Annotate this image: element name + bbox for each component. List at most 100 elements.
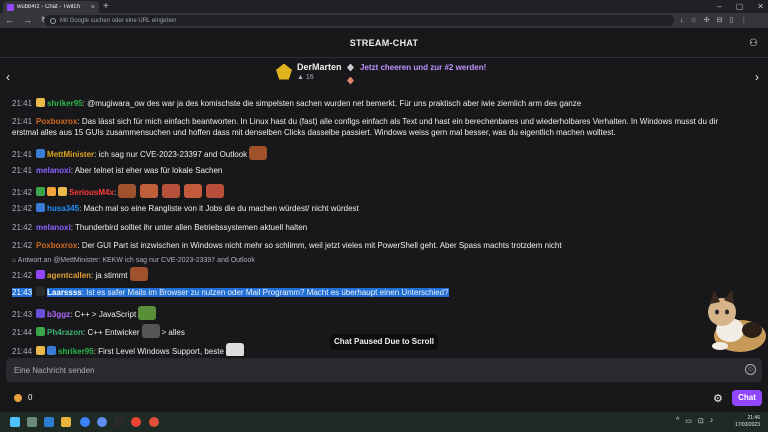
minimize-icon[interactable]: – — [717, 0, 721, 13]
message-username[interactable]: Laarssss — [47, 288, 82, 297]
omnibox[interactable]: Mit Google suchen oder eine URL eingeben — [44, 15, 674, 26]
app-icon[interactable] — [80, 417, 90, 427]
tray-overflow-icon[interactable]: ^ — [676, 417, 679, 425]
tab-close-icon[interactable]: × — [91, 4, 95, 11]
message-text: erstmal alles aus 15 GUIs zusammensuchen… — [12, 128, 616, 137]
chat-message[interactable]: 21:41 MettMinister: ich sag nur CVE-2023-… — [12, 146, 752, 160]
maximize-icon[interactable]: ▢ — [736, 0, 744, 13]
message-username[interactable]: shriker95 — [58, 347, 94, 356]
emote-icon[interactable] — [138, 306, 157, 320]
chat-badge-icon[interactable] — [36, 287, 46, 296]
display-icon[interactable]: ⊡ — [698, 417, 704, 425]
chat-badge-icon[interactable] — [36, 187, 46, 196]
new-tab-button[interactable]: + — [103, 0, 109, 13]
chat-badge-icon[interactable] — [36, 327, 46, 336]
message-username[interactable]: melanoxi — [36, 223, 71, 232]
emote-icon[interactable] — [129, 267, 148, 281]
emote-picker-icon[interactable]: ☺ — [745, 364, 756, 375]
chat-message[interactable]: 21:42 Poxboxrox: Der GUI Part ist inzwisc… — [12, 240, 752, 251]
emote-icon[interactable] — [225, 343, 244, 356]
message-username[interactable]: MettMinister — [47, 150, 94, 159]
message-timestamp: 21:41 — [12, 166, 33, 175]
chat-badge-icon[interactable] — [36, 309, 46, 318]
top-cheerer[interactable]: DerMarten ▲ 16 — [276, 62, 342, 81]
bookmark-star-icon[interactable]: ☆ — [691, 15, 697, 26]
message-timestamp: 21:42 — [12, 271, 33, 280]
edge-icon[interactable] — [44, 417, 54, 427]
extensions-icon[interactable]: ✣ — [704, 15, 710, 26]
taskview-icon[interactable] — [27, 417, 37, 427]
chat-message[interactable]: 21:42 SeriousM4x: — [12, 184, 752, 198]
browser-tab-strip: wubb4rz - Chat - Twitch × + – ▢ ✕ — [0, 0, 768, 13]
clock[interactable]: 21:46 17/03/2023 — [735, 415, 760, 429]
chat-message[interactable]: 21:42 melanoxi: Thunderbird solltet ihr u… — [12, 222, 752, 233]
app-icon[interactable] — [149, 417, 159, 427]
emote-icon[interactable] — [206, 184, 225, 198]
chat-badge-icon[interactable] — [58, 187, 68, 196]
message-username[interactable]: husa345 — [47, 204, 79, 213]
app-icon[interactable] — [97, 417, 107, 427]
network-icon[interactable]: ▭ — [685, 417, 692, 425]
chat-title: STREAM-CHAT — [349, 38, 419, 48]
message-text: : Das lässt sich für mich einfach beantw… — [77, 117, 719, 126]
message-timestamp: 21:41 — [12, 150, 33, 159]
chat-message[interactable]: 21:43 Laarssss: Ist es safer Mails im Bro… — [12, 287, 752, 298]
chat-message[interactable]: 21:41 shriker95: @mugiwara_ow des war ja … — [12, 98, 752, 109]
chat-send-button[interactable]: Chat — [732, 390, 762, 406]
message-username[interactable]: b3ggz — [47, 310, 70, 319]
start-icon[interactable] — [10, 417, 20, 427]
emote-icon[interactable] — [140, 184, 159, 198]
emote-icon[interactable] — [141, 324, 160, 338]
chat-badge-icon[interactable] — [36, 203, 46, 212]
chat-message[interactable]: 21:43 b3ggz: C++ > JavaScript — [12, 306, 752, 320]
emote-icon[interactable] — [162, 184, 181, 198]
message-username[interactable]: shriker95 — [47, 99, 83, 108]
emote-icon[interactable] — [118, 184, 137, 198]
chat-badge-icon[interactable] — [36, 270, 46, 279]
chat-settings-icon[interactable]: ⚙ — [713, 392, 723, 405]
chat-badge-icon[interactable] — [36, 149, 46, 158]
leaderboard-prev-icon[interactable]: ‹ — [6, 70, 10, 84]
reading-list-icon[interactable]: ⊟ — [717, 15, 723, 26]
chat-badge-icon[interactable] — [36, 98, 46, 107]
emote-icon[interactable] — [249, 146, 268, 160]
message-text-trailing: > alles — [161, 328, 185, 337]
message-username[interactable]: SeriousM4x — [69, 188, 114, 197]
download-icon[interactable]: ↓ — [680, 15, 684, 26]
cheer-promo[interactable]: Jetzt cheeren und zur #2 werden! — [347, 61, 486, 87]
message-username[interactable]: agentcallen — [47, 271, 91, 280]
chat-message[interactable]: 21:42 agentcallen: ja stimmt — [12, 267, 752, 281]
chat-input[interactable] — [6, 358, 736, 382]
side-panel-icon[interactable]: ▯ — [730, 15, 734, 26]
chat-badge-icon[interactable] — [47, 346, 57, 355]
chat-message[interactable]: 21:42 husa345: Mach mal so eine Rangliste… — [12, 203, 752, 214]
browser-menu-icon[interactable]: ⋮ — [740, 15, 747, 26]
message-username[interactable]: Poxboxrox — [36, 241, 77, 250]
browser-tab[interactable]: wubb4rz - Chat - Twitch × — [3, 1, 99, 13]
message-username[interactable]: Poxboxrox — [36, 117, 77, 126]
emote-icon[interactable] — [184, 184, 203, 198]
bits-gem-icon — [347, 63, 354, 72]
chat-badge-icon[interactable] — [47, 187, 57, 196]
channel-points[interactable]: 0 — [14, 393, 32, 402]
leaderboard-next-icon[interactable]: › — [755, 70, 759, 84]
forward-icon[interactable]: → — [23, 14, 32, 27]
chrome-icon[interactable] — [131, 417, 141, 427]
back-icon[interactable]: ← — [5, 14, 14, 27]
message-text: : Aber telnet ist eher was für lokale Sa… — [70, 166, 223, 175]
chat-message[interactable]: erstmal alles aus 15 GUIs zusammensuchen… — [12, 127, 752, 138]
message-timestamp: 21:42 — [12, 204, 33, 213]
close-window-icon[interactable]: ✕ — [757, 0, 764, 13]
community-users-icon[interactable]: ⚇ — [749, 38, 758, 49]
chat-badge-icon[interactable] — [36, 346, 46, 355]
cheer-promo-text: Jetzt cheeren und zur #2 werden! — [360, 63, 487, 72]
message-username[interactable]: melanoxi — [36, 166, 71, 175]
chat-message[interactable]: 21:41 melanoxi: Aber telnet ist eher was … — [12, 165, 752, 176]
explorer-icon[interactable] — [61, 417, 71, 427]
terminal-icon[interactable] — [114, 417, 124, 427]
chat-message[interactable]: 21:41 Poxboxrox: Das lässt sich für mich … — [12, 116, 752, 127]
chat-message-list[interactable]: ⌂ Antwort an @MettMinister: KEKW ich sag… — [0, 96, 768, 356]
volume-icon[interactable]: ♪ — [710, 417, 714, 425]
chat-paused-banner[interactable]: Chat Paused Due to Scroll — [330, 334, 438, 350]
message-username[interactable]: Ph4razon — [47, 328, 83, 337]
